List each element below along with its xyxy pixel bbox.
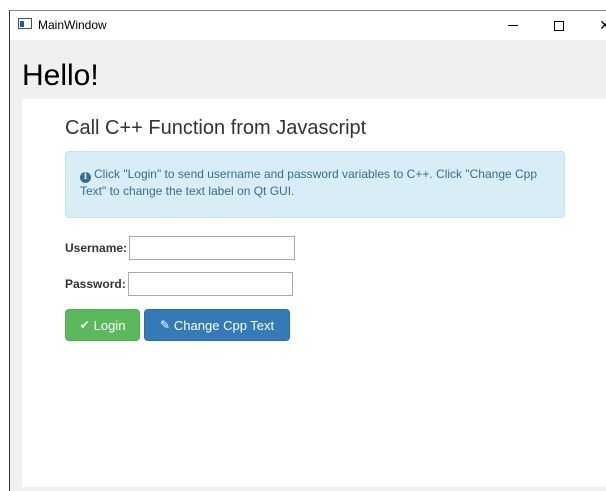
qt-text-label: Hello!	[22, 59, 99, 92]
username-row: Username:	[65, 236, 296, 260]
window-title: MainWindow	[38, 18, 107, 32]
login-button-label: Login	[93, 317, 126, 333]
username-label: Username:	[65, 241, 128, 255]
pencil-icon: ✎	[159, 318, 170, 332]
info-circle-icon: i	[80, 172, 91, 183]
page-heading: Call C++ Function from Javascript	[65, 117, 367, 139]
info-alert: i Click "Login" to send username and pass…	[65, 151, 565, 218]
maximize-icon	[554, 20, 564, 31]
change-cpp-text-button[interactable]: ✎ Change Cpp Text	[144, 309, 290, 341]
username-input[interactable]	[129, 236, 296, 260]
minimize-button[interactable]	[490, 11, 536, 40]
web-view: Call C++ Function from Javascript i Click…	[22, 99, 606, 487]
main-window: MainWindow ✕ Hello! Call C++ Function fr…	[9, 10, 606, 491]
maximize-button[interactable]	[536, 11, 582, 40]
close-button[interactable]: ✕	[582, 11, 606, 40]
password-label: Password:	[65, 277, 126, 291]
check-icon: ✔	[79, 318, 90, 332]
title-bar[interactable]: MainWindow ✕	[10, 11, 606, 40]
change-cpp-text-label: Change Cpp Text	[173, 317, 275, 333]
login-button[interactable]: ✔ Login	[65, 309, 140, 341]
password-row: Password:	[65, 272, 293, 296]
minimize-icon	[508, 25, 518, 26]
password-input[interactable]	[127, 272, 293, 296]
app-window-icon	[18, 18, 32, 29]
alert-text: Click "Login" to send username and passw…	[80, 167, 538, 198]
close-icon: ✕	[599, 17, 606, 33]
